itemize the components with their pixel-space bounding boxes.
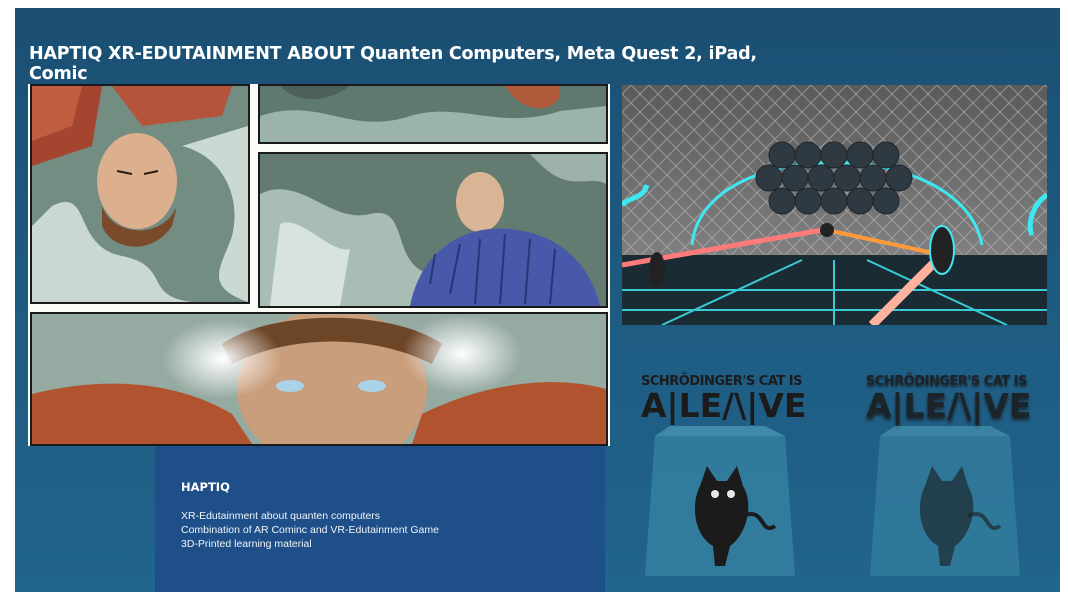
slide-title: HAPTIQ XR-EDUTAINMENT ABOUT Quanten Comp… <box>29 44 757 84</box>
info-line-1: XR-Edutainment about quanten computers <box>181 510 381 522</box>
comic-panel-top-strip <box>258 84 608 144</box>
schrodinger-cube-image-2: SCHRÖDINGER'S CAT IS A|LE/\|VE <box>860 370 1032 592</box>
schrodinger-cube-image-1: SCHRÖDINGER'S CAT IS A|LE/\|VE <box>635 370 807 592</box>
cube-2-word: A|LE/\|VE <box>866 386 1032 425</box>
comic-panel-woman <box>258 152 608 308</box>
slide: HAPTIQ XR-EDUTAINMENT ABOUT Quanten Comp… <box>15 8 1060 592</box>
comic-panel-glowing-face <box>30 312 608 446</box>
info-textbox: HAPTIQ XR-Edutainment about quanten comp… <box>155 446 605 592</box>
info-line-2: Combination of AR Cominc and VR-Edutainm… <box>181 524 439 536</box>
info-line-3: 3D-Printed learning material <box>181 538 312 550</box>
cube-1-word: A|LE/\|VE <box>641 386 807 425</box>
info-heading: HAPTIQ <box>181 480 230 494</box>
comic-panel-upside-down <box>30 84 250 304</box>
vr-game-screenshot <box>622 85 1047 325</box>
comic-page-image <box>28 84 610 446</box>
